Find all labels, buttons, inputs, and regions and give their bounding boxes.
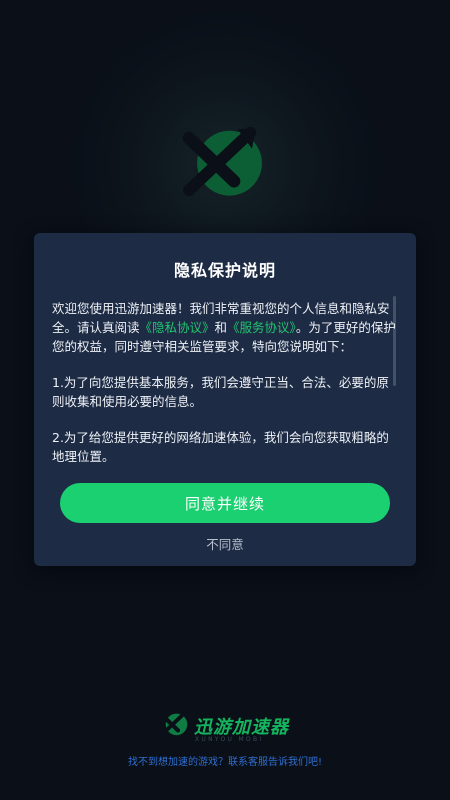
xunyou-logo-icon (182, 126, 262, 197)
brand-logo-icon (160, 712, 188, 736)
agree-continue-button[interactable]: 同意并继续 (60, 483, 390, 523)
brand-subtitle: XUNYOU MOBI (195, 736, 264, 743)
footer-help-link[interactable]: 找不到想加速的游戏？联系客服告诉我们吧! (0, 753, 450, 768)
privacy-agreement-link[interactable]: 《隐私协议》 (140, 320, 215, 335)
intro-paragraph: 欢迎您使用迅游加速器！我们非常重视您的个人信息和隐私安全。请认真阅读《隐私协议》… (52, 299, 398, 356)
item-basic-service: 1.为了向您提供基本服务，我们会遵守正当、合法、必要的原则收集和使用必要的信息。 (52, 375, 389, 409)
item-location: 2.为了给您提供更好的网络加速体验，我们会向您获取粗略的地理位置。 (52, 430, 389, 464)
disagree-button[interactable]: 不同意 (34, 534, 416, 553)
service-agreement-link[interactable]: 《服务协议》 (227, 320, 296, 335)
brand: 迅游加速器 XUNYOU MOBI (160, 710, 300, 746)
and-text: 和 (214, 320, 228, 335)
privacy-dialog: 隐私保护说明 欢迎您使用迅游加速器！我们非常重视您的个人信息和隐私安全。请认真阅… (34, 233, 416, 566)
dialog-title: 隐私保护说明 (173, 261, 276, 280)
